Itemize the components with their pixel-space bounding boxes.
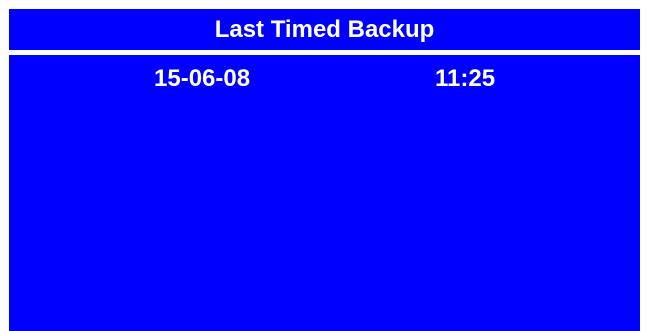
page-title: Last Timed Backup — [214, 15, 435, 43]
backup-date: 15-06-08 — [154, 65, 251, 92]
backup-info-panel: 15-06-08 11:25 — [9, 55, 640, 331]
backup-screen: Last Timed Backup 15-06-08 11:25 — [9, 9, 640, 331]
backup-time: 11:25 — [435, 65, 496, 92]
title-bar: Last Timed Backup — [9, 9, 640, 50]
